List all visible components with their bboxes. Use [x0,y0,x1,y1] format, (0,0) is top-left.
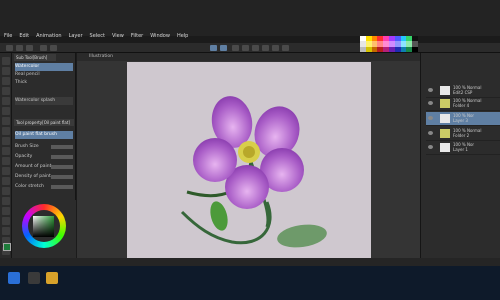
color-stretch-slider[interactable] [51,185,73,189]
paint-amount-slider[interactable] [51,165,73,169]
tool-icon[interactable] [2,137,10,145]
snap-icon[interactable] [220,45,227,51]
menu-animation[interactable]: Animation [36,33,62,43]
tool-icon[interactable] [2,97,10,105]
ruler-icon[interactable] [232,45,239,51]
selected-brush-name[interactable]: Oil paint flat brush [15,131,73,139]
folder-icon [440,129,450,138]
document-tab[interactable]: Illustration [77,53,420,61]
flower-painting [180,96,327,248]
main-color-swatch[interactable] [3,243,11,251]
subtool-item-thick[interactable]: Thick [15,79,73,87]
tool-icon[interactable] [2,67,10,75]
tool-icon[interactable] [2,57,10,65]
menu-file[interactable]: File [4,33,12,43]
eye-icon[interactable] [428,145,433,149]
tool-icon[interactable] [2,197,10,205]
layer-row-selected[interactable]: 100 % Nor Layer 3 [426,112,500,126]
document-tab-label: Illustration [89,54,114,59]
tool-icon[interactable] [2,77,10,85]
eye-icon[interactable] [428,116,433,120]
grid-icon[interactable] [242,45,249,51]
layer-name: Edit2 CSP [453,90,473,95]
property-color-stretch[interactable]: Color stretch [15,183,73,191]
menu-filter[interactable]: Filter [131,33,143,43]
subtool-tab[interactable]: Sub Tool[Brush] [14,54,56,61]
property-opacity[interactable]: Opacity [15,153,73,161]
tool-icon[interactable] [2,227,10,235]
property-label: Brush Size [15,144,39,149]
property-label: Color stretch [15,184,44,189]
layer-row[interactable]: 100 % Normal Folder 4 [426,97,500,111]
tool-icon[interactable] [2,117,10,125]
guide-icon[interactable] [262,45,269,51]
menu-view[interactable]: View [112,33,124,43]
open-icon[interactable] [16,45,23,51]
command-bar [0,43,500,53]
taskbar-app-icon[interactable] [46,272,58,284]
property-amount-of-paint[interactable]: Amount of paint [15,163,73,171]
menu-help[interactable]: Help [177,33,188,43]
layer-thumbnail [440,143,450,152]
layer-name: Folder 2 [453,133,470,138]
tool-icon[interactable] [2,217,10,225]
tool-property-tab[interactable]: Tool property[Oil paint flat] [14,119,74,126]
settings-icon[interactable] [282,45,289,51]
redo-icon[interactable] [50,45,57,51]
title-bar [0,0,500,36]
undo-icon[interactable] [40,45,47,51]
eye-icon[interactable] [428,101,433,105]
os-taskbar [0,266,500,300]
perspective-icon[interactable] [252,45,259,51]
taskbar-app-icon[interactable] [28,272,40,284]
layer-name: Layer 3 [453,118,468,123]
start-icon[interactable] [8,272,20,284]
tool-column [0,53,12,265]
layer-thumbnail [440,114,450,123]
symmetry-icon[interactable] [272,45,279,51]
eye-icon[interactable] [428,88,433,92]
menu-bar: File Edit Animation Layer Select View Fi… [4,33,188,43]
property-brush-size[interactable]: Brush Size [15,143,73,151]
property-label: Opacity [15,154,33,159]
color-swatch[interactable] [412,46,418,52]
property-density-of-paint[interactable]: Density of paint [15,173,73,181]
menu-window[interactable]: Window [150,33,170,43]
tool-icon[interactable] [2,87,10,95]
tool-icon[interactable] [2,157,10,165]
tool-icon[interactable] [2,207,10,215]
layer-row[interactable]: 100 % Normal Edit2 CSP [426,84,500,98]
menu-layer[interactable]: Layer [69,33,83,43]
color-set-palette[interactable] [360,36,418,52]
tool-icon[interactable] [2,107,10,115]
subtool-section-label: Watercolor splash [15,97,73,105]
tool-icon[interactable] [2,187,10,195]
opacity-slider[interactable] [51,155,73,159]
selection-tool-icon[interactable] [210,45,217,51]
canvas-paper[interactable] [127,62,371,258]
tool-icon[interactable] [2,147,10,155]
menu-edit[interactable]: Edit [19,33,29,43]
paint-density-slider[interactable] [51,175,73,179]
tool-icon[interactable] [2,167,10,175]
eye-icon[interactable] [428,131,433,135]
layer-name: Layer 1 [453,147,468,152]
status-bar [0,258,500,266]
brush-size-slider[interactable] [51,145,73,149]
tool-icon[interactable] [2,177,10,185]
new-icon[interactable] [6,45,13,51]
saturation-value-square[interactable] [33,216,54,237]
menu-select[interactable]: Select [90,33,105,43]
layer-row[interactable]: 100 % Normal Folder 2 [426,127,500,141]
subtool-item-real-pencil[interactable]: Real pencil [15,71,73,79]
property-label: Density of paint [15,174,51,179]
save-icon[interactable] [26,45,33,51]
layer-row[interactable]: 100 % Nor Layer 1 [426,141,500,155]
layer-name: Folder 4 [453,103,470,108]
property-label: Amount of paint [15,164,52,169]
layer-thumbnail [440,86,450,95]
tool-icon[interactable] [2,127,10,135]
folder-icon [440,99,450,108]
subtool-item-watercolor[interactable]: Watercolor [15,63,73,71]
